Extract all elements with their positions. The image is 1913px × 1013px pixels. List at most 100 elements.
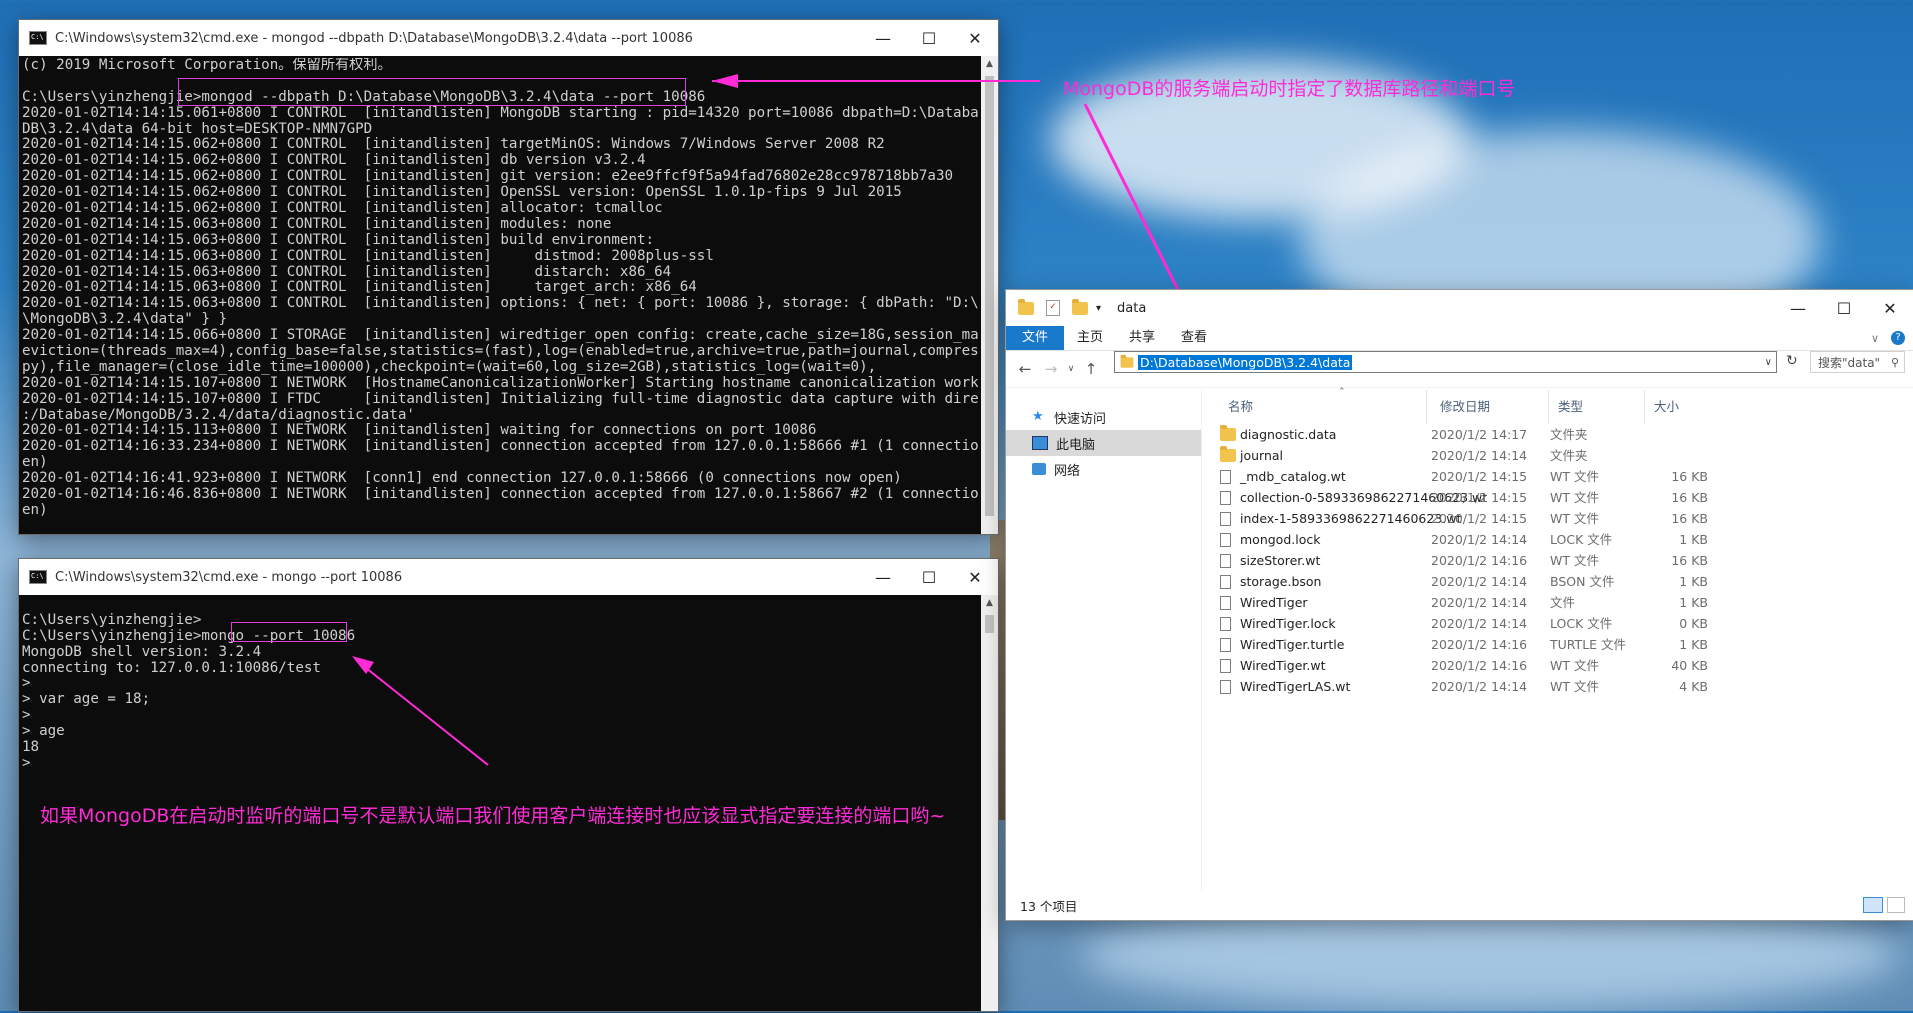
- file-date: 2020/1/2 14:15: [1431, 469, 1528, 484]
- file-row[interactable]: collection-0-5893369862271460623.wt 2020/…: [1216, 487, 1913, 508]
- server-console-scrollbar[interactable]: ▲: [981, 56, 998, 534]
- file-date: 2020/1/2 14:14: [1431, 574, 1528, 589]
- file-row[interactable]: WiredTiger 2020/1/2 14:14 文件 1 KB: [1216, 592, 1913, 613]
- minimize-icon[interactable]: —: [1775, 290, 1821, 326]
- file-size: [1646, 424, 1708, 445]
- scroll-up-icon[interactable]: ▲: [981, 56, 998, 73]
- computer-icon: [1032, 436, 1048, 450]
- file-name-cell[interactable]: WiredTigerLAS.wt: [1220, 676, 1350, 697]
- up-icon[interactable]: ↑: [1078, 360, 1104, 378]
- minimize-icon[interactable]: —: [860, 559, 906, 595]
- scroll-thumb[interactable]: [985, 615, 994, 633]
- search-input[interactable]: 搜索"data" ⚲: [1810, 351, 1905, 373]
- address-bar[interactable]: D:\Database\MongoDB\3.2.4\data ∨: [1114, 351, 1777, 373]
- file-name-cell[interactable]: WiredTiger.lock: [1220, 613, 1336, 634]
- sidebar-item-label: 快速访问: [1054, 411, 1107, 427]
- file-row[interactable]: diagnostic.data 2020/1/2 14:17 文件夹: [1216, 424, 1913, 445]
- file-row[interactable]: journal 2020/1/2 14:14 文件夹: [1216, 445, 1913, 466]
- file-row[interactable]: storage.bson 2020/1/2 14:14 BSON 文件 1 KB: [1216, 571, 1913, 592]
- tab-file[interactable]: 文件: [1006, 326, 1065, 350]
- column-type[interactable]: 类型: [1558, 390, 1645, 424]
- file-type: WT 文件: [1550, 679, 1599, 694]
- file-name-cell[interactable]: storage.bson: [1220, 571, 1321, 592]
- file-name-cell[interactable]: journal: [1220, 445, 1283, 466]
- close-icon[interactable]: ✕: [952, 559, 998, 595]
- file-name-cell[interactable]: index-1-5893369862271460623.wt: [1220, 508, 1461, 529]
- file-name-cell[interactable]: _mdb_catalog.wt: [1220, 466, 1346, 487]
- column-name[interactable]: 名称: [1228, 390, 1427, 424]
- expand-ribbon-icon[interactable]: ∨: [1871, 332, 1879, 345]
- tab-share[interactable]: 共享: [1116, 326, 1168, 350]
- address-dropdown-icon[interactable]: ∨: [1765, 357, 1772, 368]
- file-size: 1 KB: [1679, 532, 1708, 547]
- maximize-icon[interactable]: ☐: [906, 559, 952, 595]
- file-row[interactable]: _mdb_catalog.wt 2020/1/2 14:15 WT 文件 16 KB: [1216, 466, 1913, 487]
- search-icon[interactable]: ⚲: [1891, 356, 1899, 369]
- recent-locations-icon[interactable]: ∨: [1064, 364, 1078, 374]
- details-view-icon[interactable]: [1863, 897, 1883, 913]
- column-date[interactable]: 修改日期: [1440, 390, 1549, 424]
- scroll-up-icon[interactable]: ▲: [981, 595, 998, 612]
- file-name-cell[interactable]: sizeStorer.wt: [1220, 550, 1320, 571]
- file-icon: [1220, 616, 1231, 631]
- minimize-icon[interactable]: —: [860, 20, 906, 56]
- refresh-icon[interactable]: ↻: [1786, 353, 1798, 369]
- client-console-window[interactable]: C:\Windows\system32\cmd.exe - mongo --po…: [19, 559, 998, 1011]
- address-path[interactable]: D:\Database\MongoDB\3.2.4\data: [1138, 354, 1353, 370]
- file-type: WT 文件: [1550, 490, 1599, 505]
- tab-home[interactable]: 主页: [1064, 326, 1116, 350]
- file-row[interactable]: mongod.lock 2020/1/2 14:14 LOCK 文件 1 KB: [1216, 529, 1913, 550]
- maximize-icon[interactable]: ☐: [906, 20, 952, 56]
- back-icon[interactable]: ←: [1012, 360, 1038, 378]
- file-row[interactable]: WiredTiger.wt 2020/1/2 14:16 WT 文件 40 KB: [1216, 655, 1913, 676]
- file-size: 4 KB: [1679, 679, 1708, 694]
- file-icon: [1220, 574, 1231, 589]
- file-name: WiredTigerLAS.wt: [1240, 679, 1351, 694]
- console-line: en): [22, 455, 48, 471]
- sidebar-item-network[interactable]: 网络: [1006, 456, 1201, 482]
- file-name-cell[interactable]: WiredTiger.wt: [1220, 655, 1326, 676]
- properties-icon[interactable]: ✓: [1046, 300, 1060, 316]
- file-explorer-window[interactable]: ✓ ▾ data — ☐ ✕ 文件 主页 共享 查看 ∨ ? ← → ∨ ↑ D…: [1006, 290, 1913, 920]
- client-console-title: C:\Windows\system32\cmd.exe - mongo --po…: [55, 569, 403, 585]
- quick-access-dropdown-icon[interactable]: ▾: [1096, 303, 1101, 314]
- new-folder-icon[interactable]: [1072, 298, 1088, 315]
- tab-view[interactable]: 查看: [1168, 326, 1220, 350]
- file-row[interactable]: sizeStorer.wt 2020/1/2 14:16 WT 文件 16 KB: [1216, 550, 1913, 571]
- file-name-cell[interactable]: mongod.lock: [1220, 529, 1320, 550]
- file-row[interactable]: WiredTigerLAS.wt 2020/1/2 14:14 WT 文件 4 KB: [1216, 676, 1913, 697]
- large-icons-view-icon[interactable]: [1887, 897, 1905, 913]
- scroll-thumb[interactable]: [985, 76, 994, 516]
- help-icon[interactable]: ?: [1891, 331, 1905, 345]
- file-name: WiredTiger.turtle: [1240, 637, 1345, 652]
- file-row[interactable]: WiredTiger.lock 2020/1/2 14:14 LOCK 文件 0 KB: [1216, 613, 1913, 634]
- console-line: 2020-01-02T14:14:15.063+0800 I CONTROL […: [22, 248, 714, 264]
- file-name-cell[interactable]: WiredTiger.turtle: [1220, 634, 1344, 655]
- client-console-titlebar[interactable]: C:\Windows\system32\cmd.exe - mongo --po…: [19, 559, 998, 595]
- forward-icon[interactable]: →: [1038, 360, 1064, 378]
- server-console-titlebar[interactable]: C:\Windows\system32\cmd.exe - mongod --d…: [19, 20, 998, 56]
- console-line: 2020-01-02T14:16:46.836+0800 I NETWORK […: [22, 487, 978, 503]
- file-name: storage.bson: [1240, 574, 1322, 589]
- close-icon[interactable]: ✕: [1867, 290, 1913, 326]
- sidebar-item-quick-access[interactable]: ★ 快速访问: [1006, 404, 1201, 430]
- explorer-titlebar[interactable]: ✓ ▾ data — ☐ ✕: [1006, 290, 1913, 326]
- maximize-icon[interactable]: ☐: [1821, 290, 1867, 326]
- file-size: 16 KB: [1671, 469, 1708, 484]
- file-date: 2020/1/2 14:17: [1431, 427, 1528, 442]
- file-date: 2020/1/2 14:15: [1431, 511, 1528, 526]
- file-name-cell[interactable]: diagnostic.data: [1220, 424, 1336, 445]
- console-line: > var age = 18;: [22, 692, 151, 708]
- file-row[interactable]: index-1-5893369862271460623.wt 2020/1/2 1…: [1216, 508, 1913, 529]
- column-size[interactable]: 大小: [1654, 390, 1710, 424]
- server-console-output[interactable]: (c) 2019 Microsoft Corporation。保留所有权利。 C:…: [19, 56, 978, 536]
- sidebar-item-this-pc[interactable]: 此电脑: [1006, 430, 1201, 456]
- file-name-cell[interactable]: WiredTiger: [1220, 592, 1308, 613]
- client-console-scrollbar[interactable]: ▲: [981, 595, 998, 1011]
- close-icon[interactable]: ✕: [952, 20, 998, 56]
- folder-icon: [1220, 446, 1236, 462]
- network-icon: [1032, 463, 1046, 475]
- console-line: eviction=(threads_max=4),config_base=fal…: [22, 344, 978, 360]
- file-row[interactable]: WiredTiger.turtle 2020/1/2 14:16 TURTLE 文件…: [1216, 634, 1913, 655]
